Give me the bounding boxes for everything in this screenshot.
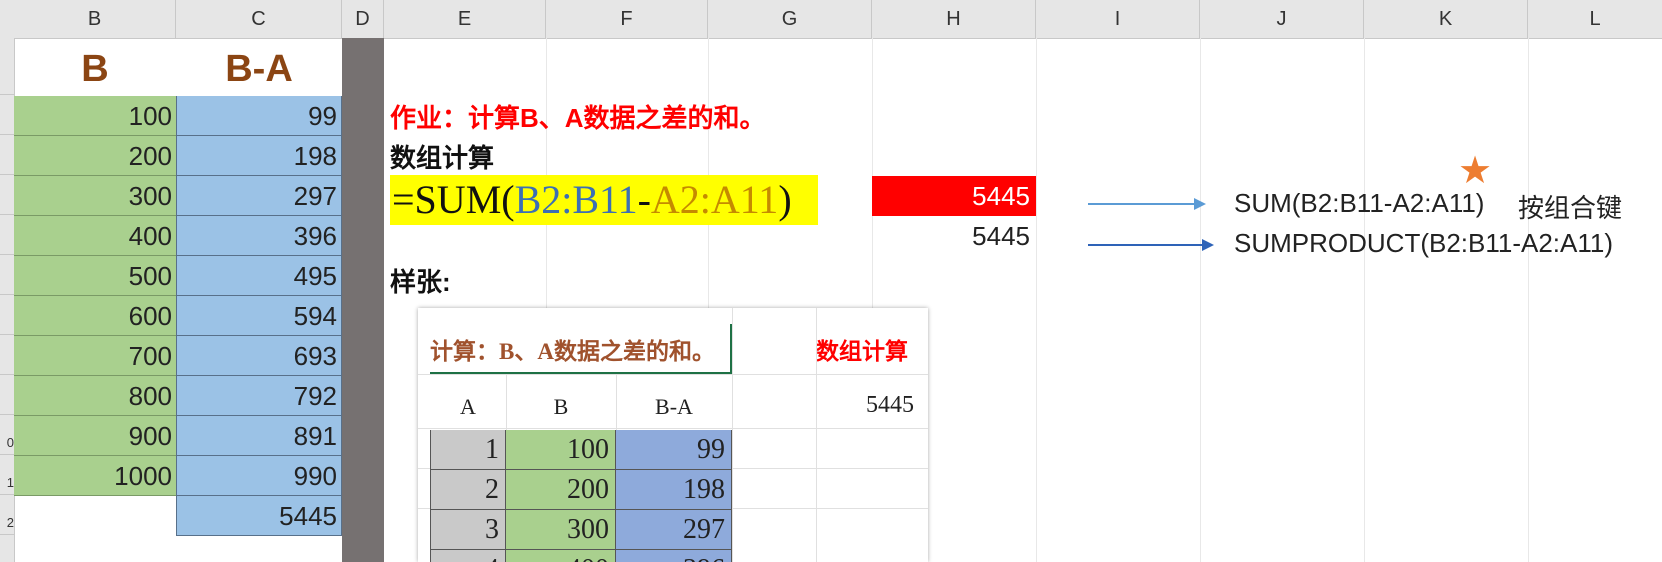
row-divider — [0, 294, 14, 295]
sample-image[interactable]: 计算：B、A数据之差的和。 数组计算 A B B-A 5445 1 100 99… — [418, 308, 928, 562]
sum-formula-text[interactable]: SUM(B2:B11-A2:A11) — [1234, 188, 1484, 219]
cell-ba-value[interactable]: 990 — [176, 456, 342, 496]
grid-line — [1528, 38, 1529, 562]
cell-ba-value[interactable]: 396 — [176, 216, 342, 256]
arrow-right-icon — [1088, 198, 1206, 210]
arrow-right-icon — [1088, 239, 1214, 251]
sample-cell-a: 2 — [430, 470, 506, 510]
sample-grid-line — [816, 308, 817, 562]
sum-result-cell[interactable]: 5445 — [872, 176, 1036, 216]
column-header-g[interactable]: G — [708, 0, 872, 38]
cell-ba-value[interactable]: 792 — [176, 376, 342, 416]
sample-label[interactable]: 样张: — [390, 262, 451, 299]
sample-grid-line — [732, 308, 733, 562]
sample-array-label: 数组计算 — [816, 338, 908, 364]
cell-ba-total[interactable]: 5445 — [176, 496, 342, 536]
grid-line — [1036, 38, 1037, 562]
row-divider — [0, 214, 14, 215]
column-header-k[interactable]: K — [1364, 0, 1528, 38]
cell-ba-value[interactable]: 99 — [176, 96, 342, 136]
sample-header-b-minus-a: B-A — [655, 394, 693, 419]
cell-b-value[interactable]: 500 — [14, 256, 176, 296]
grid-line — [1200, 38, 1201, 562]
cell-b-value[interactable]: 200 — [14, 136, 176, 176]
formula-text[interactable]: =SUM(B2:B11-A2:A11) — [392, 176, 792, 223]
cell-ba-value[interactable]: 198 — [176, 136, 342, 176]
sample-cell-b: 100 — [506, 430, 616, 470]
cell-b-value[interactable]: 800 — [14, 376, 176, 416]
column-header-d[interactable]: D — [342, 0, 384, 38]
column-header-c[interactable]: C — [176, 0, 342, 38]
sample-result: 5445 — [866, 392, 914, 418]
sample-cell-a: 1 — [430, 430, 506, 470]
column-header-i[interactable]: I — [1036, 0, 1200, 38]
cell-b-value[interactable]: 400 — [14, 216, 176, 256]
cell-b-value[interactable]: 900 — [14, 416, 176, 456]
sample-cell-b: 300 — [506, 510, 616, 550]
row-divider — [0, 414, 14, 415]
formula-range-a: A2:A11 — [650, 177, 779, 222]
column-header-bar: B C D E F G H I J K L — [0, 0, 1662, 39]
row-number[interactable]: 0 — [0, 436, 14, 450]
cell-b-value[interactable]: 1000 — [14, 456, 176, 496]
cell-b-value[interactable]: 600 — [14, 296, 176, 336]
row-divider — [0, 334, 14, 335]
sample-title: 计算：B、A数据之差的和。 — [430, 339, 715, 364]
star-icon: ★ — [1458, 150, 1493, 192]
row-divider — [0, 254, 14, 255]
header-b-minus-a[interactable]: B-A — [176, 48, 342, 91]
column-d-fill — [342, 38, 384, 562]
sample-grid-line — [418, 428, 928, 429]
formula-minus: - — [637, 177, 651, 222]
cell-b-value[interactable]: 100 — [14, 96, 176, 136]
sample-header-b: B — [553, 394, 569, 419]
row-divider — [0, 374, 14, 375]
row-header-strip: 0 1 2 — [0, 38, 15, 562]
grid-line — [1364, 38, 1365, 562]
sample-cell-b: 200 — [506, 470, 616, 510]
cell-b-value[interactable]: 300 — [14, 176, 176, 216]
cell-ba-value[interactable]: 891 — [176, 416, 342, 456]
sample-cell-a: 3 — [430, 510, 506, 550]
row-number[interactable]: 2 — [0, 516, 14, 530]
cell-ba-value[interactable]: 594 — [176, 296, 342, 336]
column-header-f[interactable]: F — [546, 0, 708, 38]
formula-suffix: ) — [778, 177, 792, 222]
formula-range-b: B2:B11 — [514, 177, 638, 222]
sample-cell-ba: 99 — [616, 430, 732, 470]
column-header-e[interactable]: E — [384, 0, 546, 38]
column-header-b[interactable]: B — [14, 0, 176, 38]
formula-prefix: =SUM( — [392, 177, 515, 222]
sample-cell-ba: 297 — [616, 510, 732, 550]
column-header-h[interactable]: H — [872, 0, 1036, 38]
row-divider — [0, 494, 14, 495]
homework-title[interactable]: 作业：计算B、A数据之差的和。 — [390, 98, 766, 135]
row-divider — [0, 174, 14, 175]
array-calc-label[interactable]: 数组计算 — [390, 138, 494, 175]
sample-cell-ba: 198 — [616, 470, 732, 510]
sample-cell-ba: 396 — [616, 550, 732, 562]
key-combo-note: 按组合键 — [1518, 193, 1623, 223]
row-divider — [0, 454, 14, 455]
cell-ba-value[interactable]: 693 — [176, 336, 342, 376]
sample-grid-line — [418, 374, 928, 375]
cell-b-value[interactable]: 700 — [14, 336, 176, 376]
cell-ba-value[interactable]: 297 — [176, 176, 342, 216]
column-header-j[interactable]: J — [1200, 0, 1364, 38]
cell-ba-value[interactable]: 495 — [176, 256, 342, 296]
row-divider — [0, 94, 14, 95]
sample-cell-a: 4 — [430, 550, 506, 562]
sample-cell-b: 400 — [506, 550, 616, 562]
sample-header-a: A — [460, 394, 476, 419]
row-divider — [0, 534, 14, 535]
row-divider — [0, 134, 14, 135]
header-b[interactable]: B — [14, 48, 176, 91]
row-number[interactable]: 1 — [0, 476, 14, 490]
sumproduct-result-cell[interactable]: 5445 — [872, 216, 1036, 256]
sumproduct-formula-text[interactable]: SUMPRODUCT(B2:B11-A2:A11) — [1234, 228, 1613, 259]
column-header-l[interactable]: L — [1528, 0, 1662, 38]
